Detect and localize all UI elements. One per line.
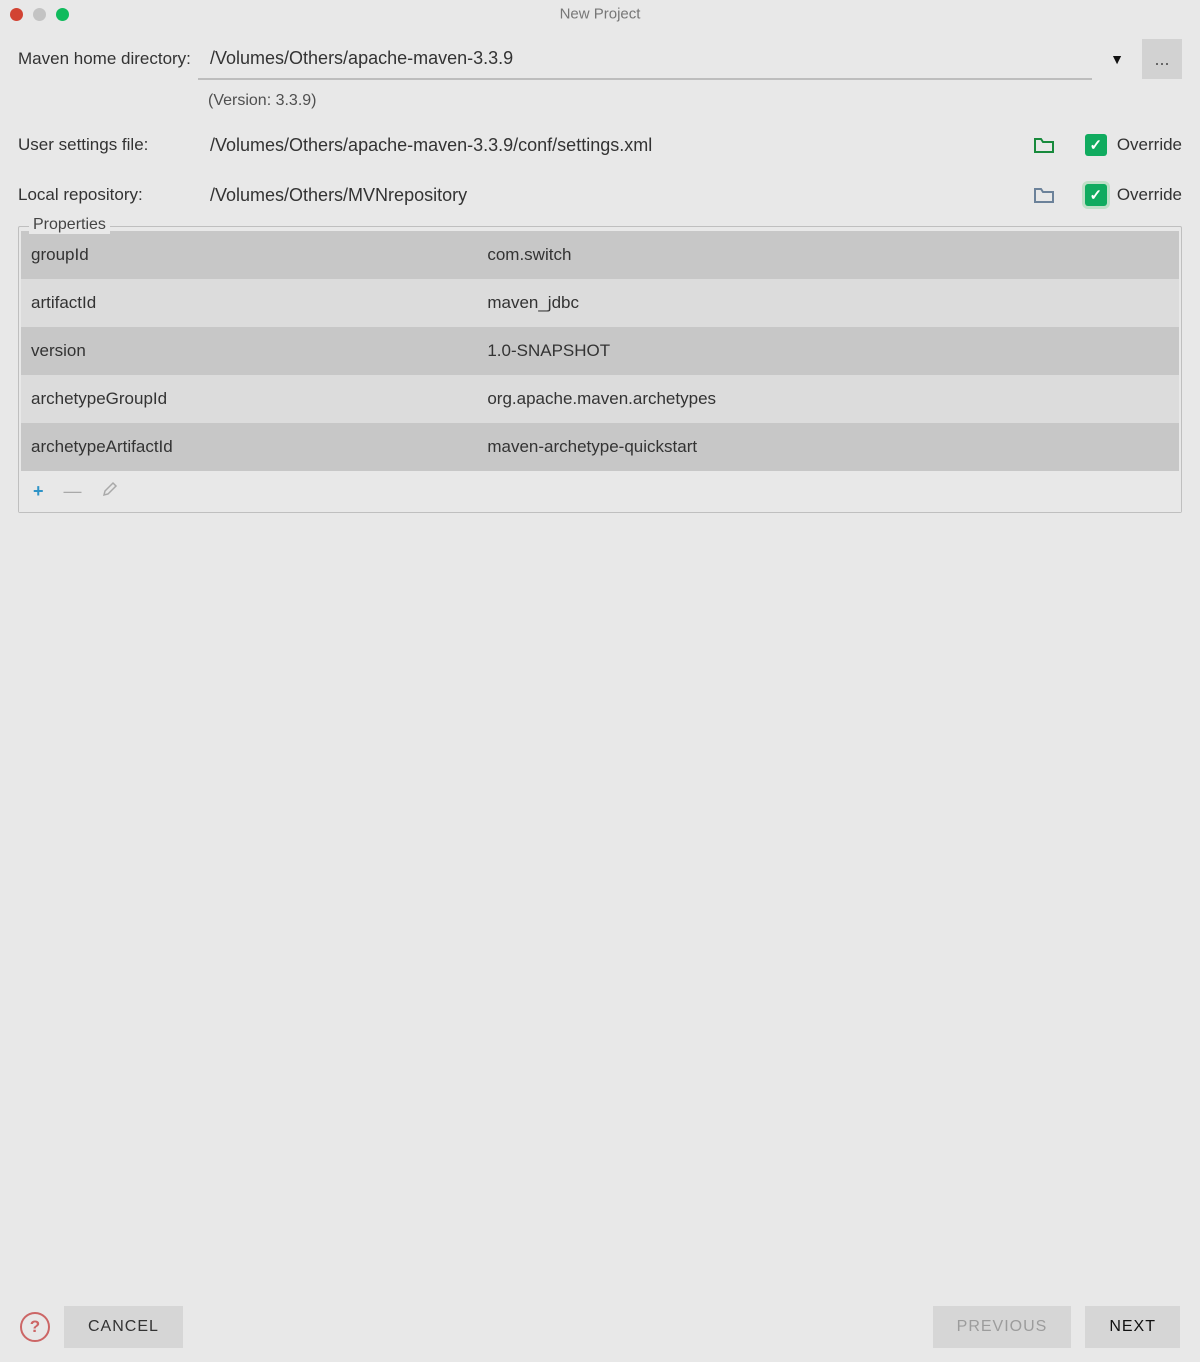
user-settings-row: User settings file: /Volumes/Others/apac… — [18, 124, 1182, 166]
close-icon[interactable] — [10, 8, 23, 21]
override-repo-checkbox[interactable]: ✓ — [1085, 184, 1107, 206]
override-repo-label: Override — [1117, 185, 1182, 205]
help-button[interactable]: ? — [20, 1312, 50, 1342]
maven-home-label: Maven home directory: — [18, 49, 198, 69]
user-settings-label: User settings file: — [18, 135, 198, 155]
browse-button[interactable]: ... — [1142, 39, 1182, 79]
prop-value: maven-archetype-quickstart — [477, 423, 1179, 471]
table-row[interactable]: archetypeArtifactId maven-archetype-quic… — [21, 423, 1179, 471]
prop-key: version — [21, 327, 477, 375]
folder-icon[interactable] — [1033, 186, 1055, 204]
prop-key: archetypeGroupId — [21, 375, 477, 423]
local-repo-input[interactable]: /Volumes/Others/MVNrepository — [198, 174, 1023, 216]
override-settings-label: Override — [1117, 135, 1182, 155]
table-row[interactable]: version 1.0-SNAPSHOT — [21, 327, 1179, 375]
prop-value: com.switch — [477, 231, 1179, 279]
properties-group: Properties groupId com.switch artifactId… — [18, 226, 1182, 513]
maven-home-row: Maven home directory: /Volumes/Others/ap… — [18, 38, 1182, 80]
maven-version-hint: (Version: 3.3.9) — [198, 88, 1182, 124]
table-row[interactable]: artifactId maven_jdbc — [21, 279, 1179, 327]
window-title: New Project — [560, 6, 641, 23]
prop-value: 1.0-SNAPSHOT — [477, 327, 1179, 375]
user-settings-input[interactable]: /Volumes/Others/apache-maven-3.3.9/conf/… — [198, 124, 1023, 166]
add-icon[interactable]: + — [33, 481, 44, 502]
titlebar: New Project — [0, 0, 1200, 28]
previous-button[interactable]: PREVIOUS — [933, 1306, 1072, 1348]
folder-icon[interactable] — [1033, 136, 1055, 154]
properties-table: groupId com.switch artifactId maven_jdbc… — [21, 231, 1179, 471]
prop-key: archetypeArtifactId — [21, 423, 477, 471]
cancel-button[interactable]: CANCEL — [64, 1306, 183, 1348]
window-controls — [10, 8, 69, 21]
minimize-icon[interactable] — [33, 8, 46, 21]
remove-icon[interactable]: — — [64, 481, 82, 502]
maven-home-input[interactable]: /Volumes/Others/apache-maven-3.3.9 — [198, 38, 1092, 80]
next-button[interactable]: NEXT — [1085, 1306, 1180, 1348]
prop-value: org.apache.maven.archetypes — [477, 375, 1179, 423]
table-row[interactable]: archetypeGroupId org.apache.maven.archet… — [21, 375, 1179, 423]
override-settings-checkbox[interactable]: ✓ — [1085, 134, 1107, 156]
local-repo-label: Local repository: — [18, 185, 198, 205]
chevron-down-icon[interactable]: ▼ — [1102, 51, 1132, 67]
footer: ? CANCEL PREVIOUS NEXT — [0, 1292, 1200, 1362]
content: Maven home directory: /Volumes/Others/ap… — [0, 28, 1200, 513]
prop-key: artifactId — [21, 279, 477, 327]
table-row[interactable]: groupId com.switch — [21, 231, 1179, 279]
properties-toolbar: + — — [19, 471, 1181, 512]
edit-icon[interactable] — [102, 481, 118, 502]
prop-value: maven_jdbc — [477, 279, 1179, 327]
prop-key: groupId — [21, 231, 477, 279]
local-repo-row: Local repository: /Volumes/Others/MVNrep… — [18, 174, 1182, 216]
properties-title: Properties — [29, 216, 110, 234]
maximize-icon[interactable] — [56, 8, 69, 21]
